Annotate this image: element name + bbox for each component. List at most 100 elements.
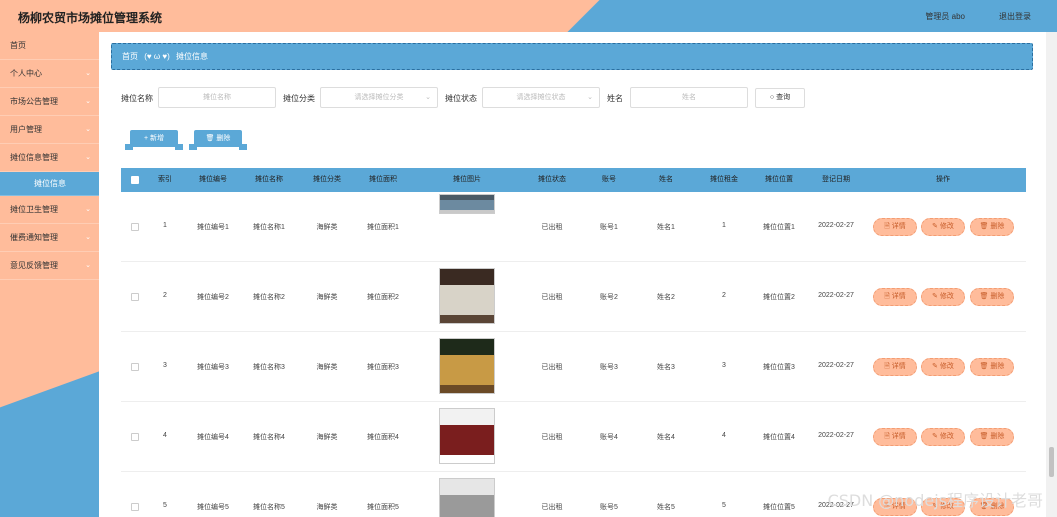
- sidebar-item-label: 个人中心: [10, 69, 42, 78]
- column-header: 摊位位置: [765, 176, 793, 183]
- stall-image[interactable]: [439, 194, 495, 214]
- cell-cat: 海鲜类: [316, 504, 338, 511]
- column-header: 摊位租金: [710, 176, 738, 183]
- sidebar-item-4[interactable]: 摊位信息管理 ⌄: [0, 144, 99, 172]
- cell-account: 账号4: [600, 434, 618, 441]
- cell-loc: 摊位位置5: [763, 504, 795, 511]
- cell-name: 摊位名称3: [253, 364, 285, 371]
- column-header: 摊位状态: [538, 176, 566, 183]
- person-filter-input[interactable]: 姓名: [630, 87, 748, 108]
- watermark: CSDN @nodejs程序设计老哥: [827, 491, 1043, 510]
- cell-rent: 1: [722, 222, 726, 229]
- sidebar-item-label: 首页: [10, 41, 26, 50]
- logout-link[interactable]: 退出登录: [999, 11, 1031, 22]
- status-filter-label: 摊位状态: [445, 94, 477, 103]
- detail-button[interactable]: 🗎 详情: [873, 288, 917, 306]
- cell-name: 摊位名称5: [253, 504, 285, 511]
- app-title: 杨柳农贸市场摊位管理系统: [18, 11, 163, 25]
- cell-loc: 摊位位置2: [763, 294, 795, 301]
- cell-account: 账号5: [600, 504, 618, 511]
- stall-image-region: [440, 285, 494, 315]
- column-header: 摊位编号: [199, 176, 227, 183]
- edit-button[interactable]: ✎ 修改: [921, 218, 965, 236]
- category-filter-select[interactable]: 请选择摊位分类 ⌄: [320, 87, 438, 108]
- sidebar-item-0[interactable]: 首页: [0, 32, 99, 60]
- table-body: 1 摊位编号1 摊位名称1 海鲜类 摊位面积1 已出租 账号1 姓名1 1 摊位位置1 2022-0…: [121, 192, 1026, 517]
- status-filter-placeholder: 请选择摊位状态: [516, 94, 566, 101]
- cell-person: 姓名1: [657, 224, 675, 231]
- sidebar-item-3[interactable]: 用户管理 ⌄: [0, 116, 99, 144]
- cell-person: 姓名5: [657, 504, 675, 511]
- cell-date: 2022-02-27: [818, 222, 854, 229]
- cell-date: 2022-02-27: [818, 432, 854, 439]
- sidebar-item-7[interactable]: 催费通知管理 ⌄: [0, 224, 99, 252]
- column-header: 摊位分类: [313, 176, 341, 183]
- filter-bar: 摊位名称 摊位名称 摊位分类 请选择摊位分类 ⌄ 摊位状态 请选择摊位状态 ⌄ 姓名…: [121, 87, 1021, 109]
- stall-image-region: [440, 269, 494, 286]
- search-button-label: 查询: [776, 94, 791, 101]
- breadcrumb-home[interactable]: 首页: [122, 52, 138, 61]
- cell-account: 账号1: [600, 224, 618, 231]
- cell-loc: 摊位位置3: [763, 364, 795, 371]
- chevron-down-icon: ⌄: [85, 262, 91, 269]
- edit-button[interactable]: ✎ 修改: [921, 428, 965, 446]
- sidebar-item-6[interactable]: 摊位卫生管理 ⌄: [0, 196, 99, 224]
- delete-button[interactable]: 🗑 删除: [189, 130, 247, 150]
- chevron-down-icon: ⌄: [85, 154, 91, 161]
- detail-button[interactable]: 🗎 详情: [873, 358, 917, 376]
- table-row: 1 摊位编号1 摊位名称1 海鲜类 摊位面积1 已出租 账号1 姓名1 1 摊位位置1 2022-0…: [121, 192, 1026, 262]
- chevron-down-icon: ⌄: [85, 234, 91, 241]
- stall-image-region: [440, 495, 494, 517]
- cell-code: 摊位编号3: [197, 364, 229, 371]
- scrollbar-thumb[interactable]: [1049, 447, 1054, 477]
- cell-status: 已出租: [541, 364, 563, 371]
- cell-area: 摊位面积2: [367, 294, 399, 301]
- stall-image-region: [440, 409, 494, 426]
- add-button[interactable]: + 新增: [125, 130, 183, 150]
- stall-image[interactable]: [439, 408, 495, 464]
- sidebar: 首页 个人中心 ⌄ 市场公告管理 ⌄ 用户管理 ⌄ 摊位信息管理 ⌄ 摊位信息 摊位卫生管理 ⌄ 催费通…: [0, 32, 99, 517]
- chevron-down-icon: ⌄: [425, 94, 431, 101]
- column-header: 操作: [936, 176, 950, 183]
- breadcrumb: 首页 (♥ ω ♥) 摊位信息: [111, 43, 1033, 70]
- cell-code: 摊位编号2: [197, 294, 229, 301]
- edit-button[interactable]: ✎ 修改: [921, 358, 965, 376]
- remove-button[interactable]: 🗑 删除: [970, 288, 1014, 306]
- cell-date: 2022-02-27: [818, 292, 854, 299]
- remove-button[interactable]: 🗑 删除: [970, 358, 1014, 376]
- table-row: 2 摊位编号2 摊位名称2 海鲜类 摊位面积2 已出租 账号2 姓名2 2 摊位位置2 2022-0…: [121, 262, 1026, 332]
- cell-loc: 摊位位置1: [763, 224, 795, 231]
- cell-code: 摊位编号5: [197, 504, 229, 511]
- sidebar-item-1[interactable]: 个人中心 ⌄: [0, 60, 99, 88]
- sidebar-item-5[interactable]: 摊位信息: [0, 172, 99, 196]
- cell-rent: 4: [722, 432, 726, 439]
- cell-code: 摊位编号4: [197, 434, 229, 441]
- cell-area: 摊位面积5: [367, 504, 399, 511]
- detail-button[interactable]: 🗎 详情: [873, 218, 917, 236]
- cell-code: 摊位编号1: [197, 224, 229, 231]
- table-row: 3 摊位编号3 摊位名称3 海鲜类 摊位面积3 已出租 账号3 姓名3 3 摊位位置3 2022-0…: [121, 332, 1026, 402]
- cell-rent: 5: [722, 502, 726, 509]
- cell-rent: 3: [722, 362, 726, 369]
- search-button[interactable]: ○ 查询: [755, 88, 805, 108]
- column-header: 摊位面积: [369, 176, 397, 183]
- status-filter-select[interactable]: 请选择摊位状态 ⌄: [482, 87, 600, 108]
- cell-person: 姓名4: [657, 434, 675, 441]
- cell-cat: 海鲜类: [316, 294, 338, 301]
- stall-image-region: [440, 314, 494, 323]
- cell-name: 摊位名称2: [253, 294, 285, 301]
- stall-image[interactable]: [439, 338, 495, 394]
- sidebar-item-2[interactable]: 市场公告管理 ⌄: [0, 88, 99, 116]
- detail-button[interactable]: 🗎 详情: [873, 428, 917, 446]
- cell-loc: 摊位位置4: [763, 434, 795, 441]
- sidebar-item-8[interactable]: 意见反馈管理 ⌄: [0, 252, 99, 280]
- page-scrollbar[interactable]: [1046, 32, 1057, 517]
- stall-image[interactable]: [439, 268, 495, 324]
- stall-image[interactable]: [439, 478, 495, 517]
- remove-button[interactable]: 🗑 删除: [970, 218, 1014, 236]
- table-row: 4 摊位编号4 摊位名称4 海鲜类 摊位面积4 已出租 账号4 姓名4 4 摊位位置4 2022-0…: [121, 402, 1026, 472]
- remove-button[interactable]: 🗑 删除: [970, 428, 1014, 446]
- cell-status: 已出租: [541, 224, 563, 231]
- edit-button[interactable]: ✎ 修改: [921, 288, 965, 306]
- name-filter-input[interactable]: 摊位名称: [158, 87, 276, 108]
